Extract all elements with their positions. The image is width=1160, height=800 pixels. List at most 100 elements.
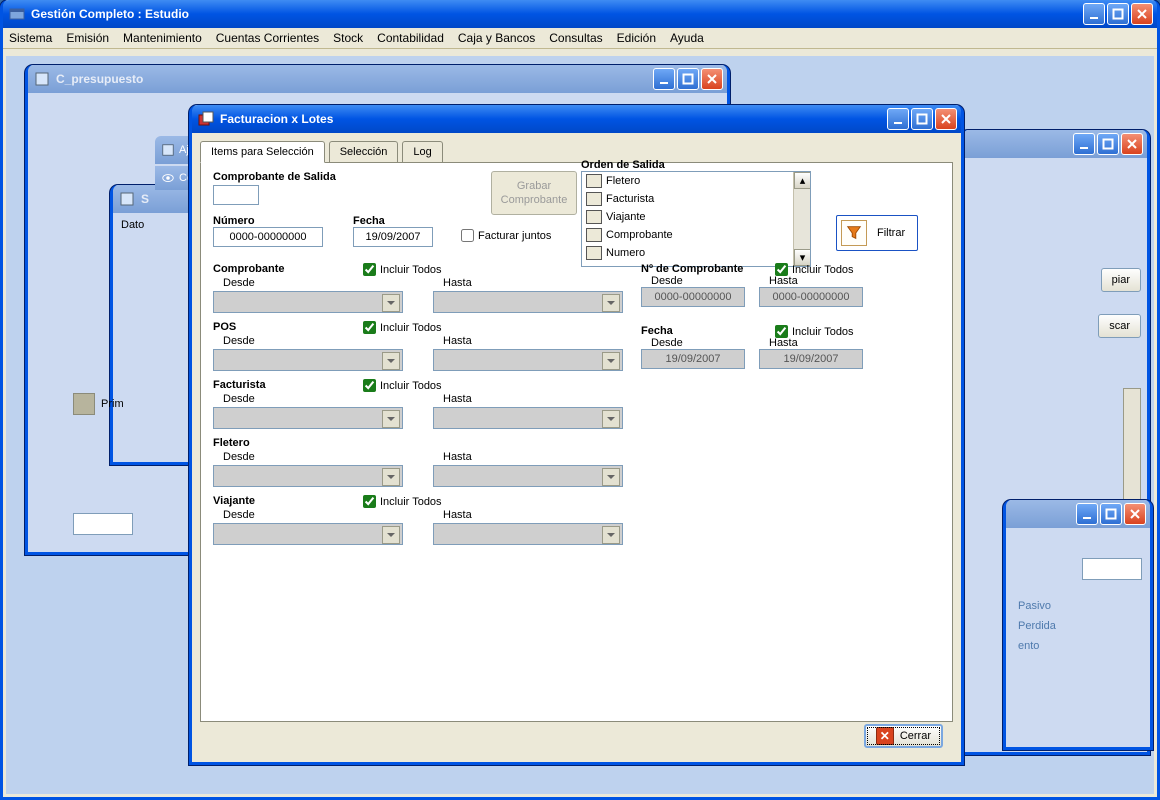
combo-pos-hasta[interactable] [433, 349, 623, 371]
right2-close-button[interactable] [1124, 503, 1146, 525]
list-item: Fletero [582, 172, 810, 190]
menu-contabilidad[interactable]: Contabilidad [377, 31, 444, 45]
label-comprobante-salida: Comprobante de Salida [213, 171, 433, 183]
label-pasivo: Pasivo [1018, 600, 1051, 612]
s-input[interactable] [73, 513, 133, 535]
listbox-orden-salida[interactable]: Fletero Facturista Viajante Comprobante … [581, 171, 811, 267]
label-filter-facturista: Facturista [213, 379, 266, 391]
lotes-titlebar: Facturacion x Lotes [192, 105, 961, 133]
filtrar-button[interactable]: Filtrar [836, 215, 918, 251]
main-close-button[interactable] [1131, 3, 1153, 25]
lotes-maximize-button[interactable] [911, 108, 933, 130]
label-filter-fletero: Fletero [213, 437, 250, 449]
right2-input[interactable] [1082, 558, 1142, 580]
menu-cuentas-corrientes[interactable]: Cuentas Corrientes [216, 31, 319, 45]
presupuesto-titlebar[interactable]: C_presupuesto [28, 65, 727, 93]
menu-sistema[interactable]: Sistema [9, 31, 52, 45]
lotes-title: Facturacion x Lotes [220, 112, 887, 126]
combo-viajante-hasta[interactable] [433, 523, 623, 545]
label-filter-comprobante: Comprobante [213, 263, 285, 275]
eye-icon [161, 171, 175, 185]
main-minimize-button[interactable] [1083, 3, 1105, 25]
label-fecha-filter: Fecha [641, 325, 673, 337]
list-item: Comprobante [582, 226, 810, 244]
input-numero[interactable] [213, 227, 323, 247]
buscar-button-peek[interactable]: scar [1098, 314, 1141, 338]
combo-facturista-hasta[interactable] [433, 407, 623, 429]
form-icon [34, 71, 50, 87]
lotes-minimize-button[interactable] [887, 108, 909, 130]
menu-emision[interactable]: Emisión [66, 31, 109, 45]
s-button-label: Prim [101, 398, 124, 410]
menu-stock[interactable]: Stock [333, 31, 363, 45]
scroll-up-button[interactable]: ▴ [794, 172, 811, 189]
list-item: Numero [582, 244, 810, 262]
presupuesto-minimize-button[interactable] [653, 68, 675, 90]
menu-ayuda[interactable]: Ayuda [670, 31, 704, 45]
checkbox-icon[interactable] [586, 228, 602, 242]
copiar-button-peek[interactable]: piar [1101, 268, 1141, 292]
checkbox-incluir-comprobante[interactable] [363, 263, 376, 276]
menu-consultas[interactable]: Consultas [549, 31, 602, 45]
presupuesto-maximize-button[interactable] [677, 68, 699, 90]
right-titlebar[interactable] [963, 130, 1147, 158]
grabar-comprobante-button: Grabar Comprobante [491, 171, 577, 215]
input-comprobante-salida[interactable] [213, 185, 259, 205]
combo-pos-desde[interactable] [213, 349, 403, 371]
right2-minimize-button[interactable] [1076, 503, 1098, 525]
right-maximize-button[interactable] [1097, 133, 1119, 155]
label-hasta: Hasta [443, 277, 623, 289]
right2-titlebar[interactable] [1006, 500, 1150, 528]
combo-comprobante-hasta[interactable] [433, 291, 623, 313]
main-titlebar: Gestión Completo : Estudio [3, 0, 1157, 28]
checkbox-icon[interactable] [586, 210, 602, 224]
tab-seleccion[interactable]: Selección [329, 141, 399, 163]
checkbox-incluir-facturista[interactable] [363, 379, 376, 392]
label-orden-salida: Orden de Salida [581, 159, 811, 171]
input-fecha-hasta[interactable] [759, 349, 863, 369]
form-icon [161, 143, 175, 157]
input-fecha[interactable] [353, 227, 433, 247]
checkbox-icon[interactable] [586, 192, 602, 206]
tab-log[interactable]: Log [402, 141, 442, 163]
checkbox-incluir-viajante[interactable] [363, 495, 376, 508]
checkbox-incluir-num[interactable] [775, 263, 788, 276]
presupuesto-close-button[interactable] [701, 68, 723, 90]
menu-mantenimiento[interactable]: Mantenimiento [123, 31, 202, 45]
combo-comprobante-desde[interactable] [213, 291, 403, 313]
label-perdida: Perdida [1018, 620, 1056, 632]
label-desde: Desde [223, 277, 403, 289]
checkbox-facturar-juntos[interactable] [461, 229, 474, 242]
checkbox-icon[interactable] [586, 174, 602, 188]
label-fecha: Fecha [353, 215, 433, 227]
combo-fletero-hasta[interactable] [433, 465, 623, 487]
label-filter-viajante: Viajante [213, 495, 255, 507]
label-ento: ento [1018, 640, 1039, 652]
main-maximize-button[interactable] [1107, 3, 1129, 25]
combo-viajante-desde[interactable] [213, 523, 403, 545]
tab-items[interactable]: Items para Selección [200, 141, 325, 163]
scrollbar[interactable]: ▴ ▾ [793, 172, 810, 266]
lotes-close-button[interactable] [935, 108, 957, 130]
batch-icon [198, 111, 214, 127]
s-title: S [141, 192, 193, 206]
input-fecha-desde[interactable] [641, 349, 745, 369]
input-numcomp-desde[interactable] [641, 287, 745, 307]
list-item: Facturista [582, 190, 810, 208]
checkbox-icon[interactable] [586, 246, 602, 260]
menu-caja-bancos[interactable]: Caja y Bancos [458, 31, 535, 45]
right-close-button[interactable] [1121, 133, 1143, 155]
input-numcomp-hasta[interactable] [759, 287, 863, 307]
presupuesto-title: C_presupuesto [56, 72, 653, 86]
menu-edicion[interactable]: Edición [617, 31, 656, 45]
primary-color-swatch[interactable] [73, 393, 95, 415]
cerrar-button[interactable]: ✕ Cerrar [864, 724, 943, 748]
combo-facturista-desde[interactable] [213, 407, 403, 429]
list-item: Viajante [582, 208, 810, 226]
right2-maximize-button[interactable] [1100, 503, 1122, 525]
combo-fletero-desde[interactable] [213, 465, 403, 487]
checkbox-incluir-fecha[interactable] [775, 325, 788, 338]
checkbox-incluir-pos[interactable] [363, 321, 376, 334]
right-minimize-button[interactable] [1073, 133, 1095, 155]
menubar: Sistema Emisión Mantenimiento Cuentas Co… [3, 28, 1157, 49]
